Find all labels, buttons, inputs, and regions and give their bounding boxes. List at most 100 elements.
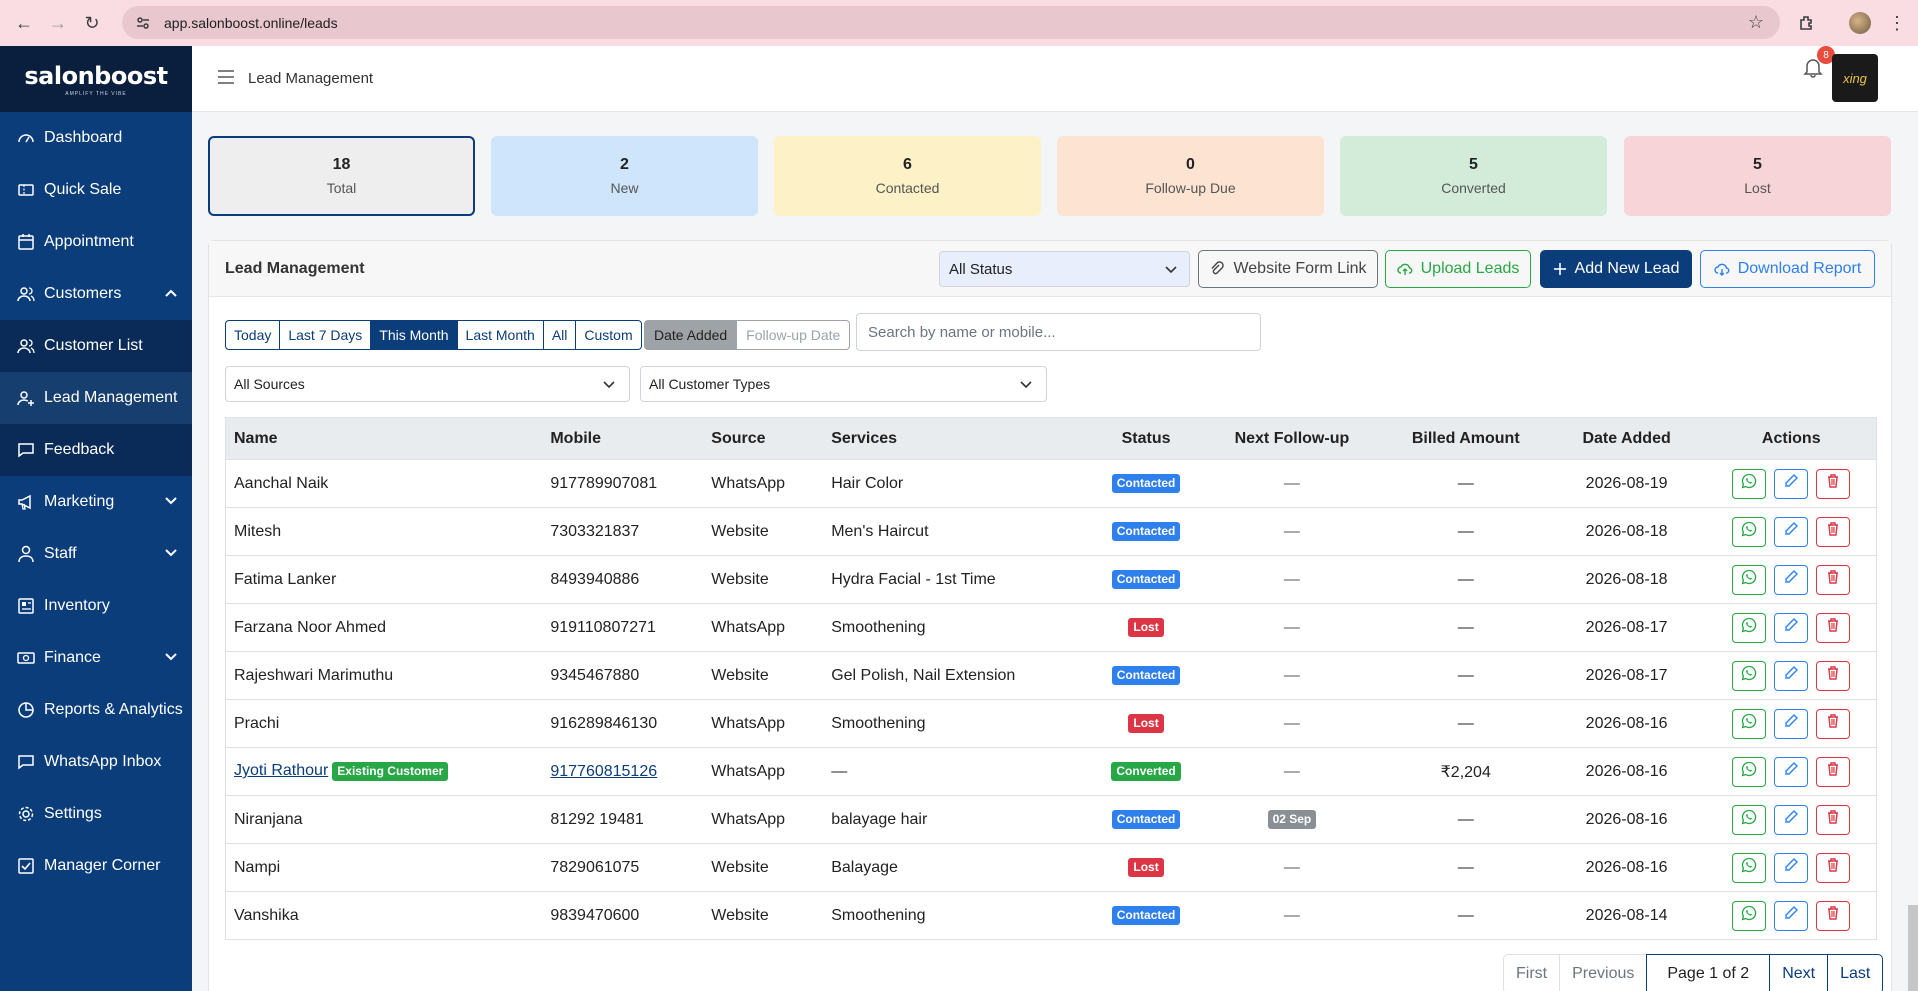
edit-button[interactable]	[1774, 516, 1809, 547]
range-last-7-days[interactable]: Last 7 Days	[279, 320, 372, 350]
lead-name-link[interactable]: Jyoti Rathour	[234, 762, 328, 779]
stat-card-lost[interactable]: 5 Lost	[1624, 136, 1891, 216]
sidebar-item-dashboard[interactable]: Dashboard	[0, 112, 192, 164]
whatsapp-button[interactable]	[1732, 756, 1767, 787]
stat-card-new[interactable]: 2 New	[491, 136, 758, 216]
pagination-next[interactable]: Next	[1769, 954, 1829, 991]
date-type-date-added[interactable]: Date Added	[644, 320, 738, 350]
search-input[interactable]	[856, 313, 1261, 351]
whatsapp-button[interactable]	[1732, 900, 1767, 931]
edit-button[interactable]	[1774, 564, 1809, 595]
range-today[interactable]: Today	[225, 320, 281, 350]
url-text[interactable]: app.salonboost.online/leads	[164, 15, 338, 31]
customer-types-filter-select[interactable]: All Customer Types	[640, 366, 1047, 402]
stat-card-contacted[interactable]: 6 Contacted	[774, 136, 1041, 216]
sidebar-item-quick-sale[interactable]: Quick Sale	[0, 164, 192, 216]
column-header[interactable]: Mobile	[542, 417, 704, 460]
forward-arrow-icon[interactable]: →	[48, 13, 68, 33]
logo[interactable]: salonboost AMPLIFY THE VIBE	[0, 46, 192, 112]
column-header[interactable]: Billed Amount	[1384, 417, 1547, 460]
hamburger-menu-icon[interactable]	[218, 70, 234, 84]
sidebar-item-lead-management[interactable]: Lead Management	[0, 372, 192, 424]
delete-button[interactable]	[1816, 660, 1851, 691]
stat-card-converted[interactable]: 5 Converted	[1340, 136, 1607, 216]
add-new-lead-button[interactable]: Add New Lead	[1540, 250, 1692, 288]
profile-avatar[interactable]	[1849, 12, 1871, 34]
browser-menu-icon[interactable]: ⋮	[1886, 12, 1908, 34]
cell-mobile: 919110807271	[542, 603, 704, 652]
stat-card-follow-up-due[interactable]: 0 Follow-up Due	[1057, 136, 1324, 216]
delete-button[interactable]	[1816, 516, 1851, 547]
delete-button[interactable]	[1816, 468, 1851, 499]
sidebar-item-whatsapp-inbox[interactable]: WhatsApp Inbox	[0, 736, 192, 788]
website-form-link-button[interactable]: Website Form Link	[1198, 250, 1378, 288]
status-filter-select[interactable]: All Status	[939, 251, 1190, 287]
sidebar-item-inventory[interactable]: Inventory	[0, 580, 192, 632]
download-report-button[interactable]: Download Report	[1700, 250, 1875, 288]
column-header[interactable]: Name	[225, 417, 543, 460]
upload-leads-button[interactable]: Upload Leads	[1385, 250, 1531, 288]
edit-button[interactable]	[1774, 612, 1809, 643]
bookmark-star-icon[interactable]: ☆	[1748, 12, 1764, 33]
stat-value: 18	[332, 156, 351, 173]
sidebar-item-staff[interactable]: Staff	[0, 528, 192, 580]
stat-card-total[interactable]: 18 Total	[208, 136, 475, 216]
edit-button[interactable]	[1774, 468, 1809, 499]
sidebar-item-appointment[interactable]: Appointment	[0, 216, 192, 268]
sidebar-item-feedback[interactable]: Feedback	[0, 424, 192, 476]
lead-mobile-link[interactable]: 917760815126	[550, 763, 657, 780]
sidebar-item-finance[interactable]: Finance	[0, 632, 192, 684]
delete-button[interactable]	[1816, 612, 1851, 643]
sidebar-item-customers[interactable]: Customers	[0, 268, 192, 320]
sidebar-item-settings[interactable]: Settings	[0, 788, 192, 840]
brand-logo[interactable]: xing	[1832, 54, 1878, 102]
pagination-first[interactable]: First	[1503, 954, 1561, 991]
whatsapp-button[interactable]	[1732, 852, 1767, 883]
edit-button[interactable]	[1774, 660, 1809, 691]
range-this-month[interactable]: This Month	[370, 320, 458, 350]
back-arrow-icon[interactable]: ←	[14, 13, 34, 33]
delete-button[interactable]	[1816, 564, 1851, 595]
delete-button[interactable]	[1816, 900, 1851, 931]
sidebar-item-manager-corner[interactable]: Manager Corner	[0, 840, 192, 892]
cell-status: Contacted	[1093, 651, 1200, 700]
column-header[interactable]: Services	[823, 417, 1094, 460]
column-header[interactable]: Source	[703, 417, 824, 460]
edit-button[interactable]	[1774, 852, 1809, 883]
sidebar-item-marketing[interactable]: Marketing	[0, 476, 192, 528]
pagination-last[interactable]: Last	[1827, 954, 1884, 991]
range-all[interactable]: All	[542, 320, 577, 350]
extensions-icon[interactable]	[1796, 12, 1818, 34]
sidebar-item-reports-analytics[interactable]: Reports & Analytics	[0, 684, 192, 736]
whatsapp-button[interactable]	[1732, 564, 1767, 595]
whatsapp-button[interactable]	[1732, 468, 1767, 499]
range-custom[interactable]: Custom	[575, 320, 642, 350]
delete-button[interactable]	[1816, 852, 1851, 883]
whatsapp-button[interactable]	[1732, 660, 1767, 691]
site-settings-icon[interactable]	[134, 14, 152, 32]
sidebar-item-customer-list[interactable]: Customer List	[0, 320, 192, 372]
edit-button[interactable]	[1774, 900, 1809, 931]
edit-button[interactable]	[1774, 756, 1809, 787]
whatsapp-button[interactable]	[1732, 516, 1767, 547]
whatsapp-button[interactable]	[1732, 612, 1767, 643]
edit-button[interactable]	[1774, 708, 1809, 739]
column-header[interactable]: Date Added	[1546, 417, 1707, 460]
page-scrollbar[interactable]	[1908, 905, 1918, 991]
column-header[interactable]: Status	[1093, 417, 1200, 460]
range-last-month[interactable]: Last Month	[456, 320, 544, 350]
whatsapp-button[interactable]	[1732, 804, 1767, 835]
delete-button[interactable]	[1816, 756, 1851, 787]
delete-button[interactable]	[1816, 708, 1851, 739]
sources-filter-select[interactable]: All Sources	[225, 366, 630, 402]
chevron-down-icon	[165, 549, 177, 557]
lead-stats: 18 Total 2 New 6 Contacted 0 Follow-up D…	[208, 136, 1892, 216]
reload-icon[interactable]: ↻	[82, 13, 102, 33]
column-header[interactable]: Next Follow-up	[1199, 417, 1385, 460]
address-bar[interactable]: app.salonboost.online/leads ☆	[122, 6, 1780, 39]
date-type-follow-up-date[interactable]: Follow-up Date	[737, 320, 851, 350]
whatsapp-button[interactable]	[1732, 708, 1767, 739]
delete-button[interactable]	[1816, 804, 1851, 835]
edit-button[interactable]	[1774, 804, 1809, 835]
pagination-previous[interactable]: Previous	[1559, 954, 1648, 991]
